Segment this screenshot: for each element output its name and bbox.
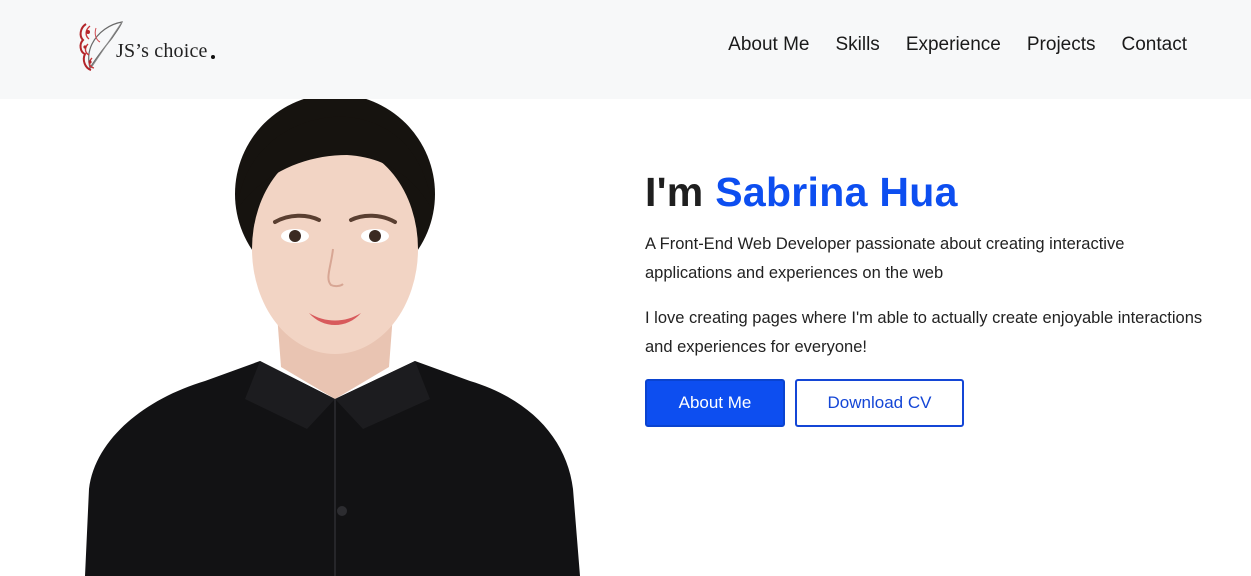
hero-buttons: About Me Download CV — [645, 379, 1205, 427]
brand-name: JS’s choice — [116, 40, 208, 62]
nav-link-projects[interactable]: Projects — [1027, 34, 1096, 55]
hero-section: I'm Sabrina Hua A Front-End Web Develope… — [645, 166, 1205, 427]
hero-name: Sabrina Hua — [715, 169, 958, 215]
nav-link-about-me[interactable]: About Me — [728, 34, 809, 55]
brand-logo-link[interactable]: JS’s choice — [76, 18, 226, 76]
nav-link-experience[interactable]: Experience — [906, 34, 1001, 55]
nav-item-skills: Skills — [835, 33, 879, 57]
about-me-button[interactable]: About Me — [645, 379, 785, 427]
nav-item-about: About Me — [728, 33, 809, 57]
hero-intro-paragraph: A Front-End Web Developer passionate abo… — [645, 235, 1125, 282]
nav-item-experience: Experience — [906, 33, 1001, 57]
hero-heading: I'm Sabrina Hua — [645, 166, 1205, 218]
nav-item-projects: Projects — [1027, 33, 1096, 57]
hero-greeting: I'm — [645, 169, 704, 215]
nav-link-skills[interactable]: Skills — [835, 34, 879, 55]
profile-photo — [85, 99, 585, 576]
main-nav: About Me Skills Experience Projects Cont… — [728, 33, 1187, 57]
nav-item-contact: Contact — [1122, 33, 1187, 57]
nav-link-contact[interactable]: Contact — [1122, 34, 1187, 55]
brand-dot — [211, 55, 215, 59]
download-cv-button[interactable]: Download CV — [795, 379, 964, 427]
navbar: JS’s choice About Me Skills Experience P… — [0, 0, 1251, 99]
hero-secondary-paragraph: I love creating pages where I'm able to … — [645, 309, 1203, 356]
